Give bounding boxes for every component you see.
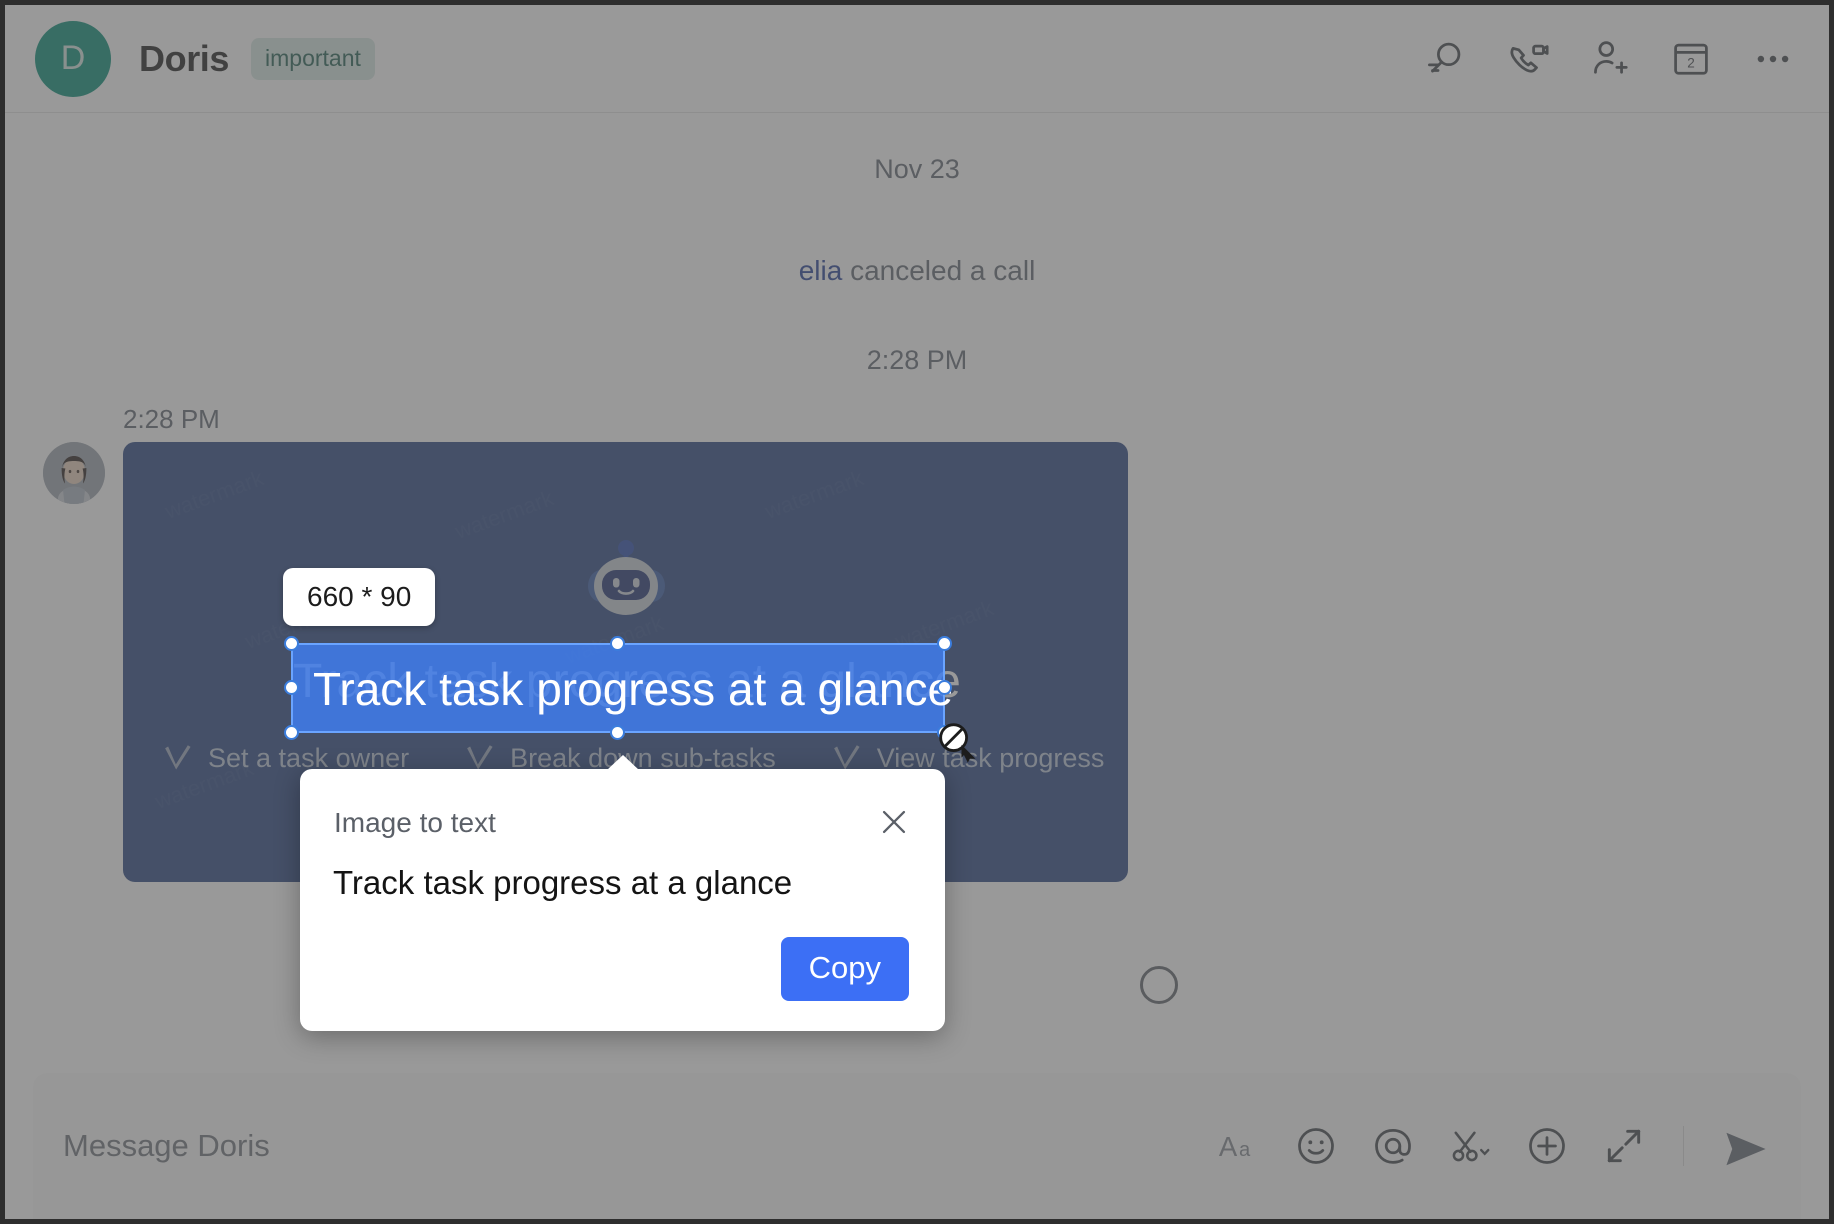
search-icon[interactable] xyxy=(1423,37,1467,81)
popover-arrow xyxy=(606,755,639,770)
send-icon[interactable] xyxy=(1721,1124,1766,1168)
status-badge[interactable]: important xyxy=(251,37,375,80)
svg-text:a: a xyxy=(1239,1139,1251,1161)
watermark: watermark xyxy=(162,465,267,525)
more-options-icon[interactable] xyxy=(1751,37,1795,81)
resize-handle-bottom-right[interactable] xyxy=(937,725,952,740)
call-event-time: 2:28 PM xyxy=(866,345,968,375)
system-call-event: elia canceled a call xyxy=(5,255,1829,287)
resize-handle-middle-right[interactable] xyxy=(937,680,952,695)
scissors-icon[interactable] xyxy=(1448,1124,1492,1168)
message-input[interactable] xyxy=(63,1128,1217,1164)
resize-handle-middle-left[interactable] xyxy=(284,680,299,695)
svg-text:A: A xyxy=(1219,1131,1238,1162)
composer: A a xyxy=(5,1067,1829,1219)
watermark: watermark xyxy=(762,465,867,525)
mention-icon[interactable] xyxy=(1371,1124,1415,1168)
composer-box: A a xyxy=(33,1073,1801,1219)
page-title: Doris xyxy=(139,37,230,79)
copy-button[interactable]: Copy xyxy=(780,937,909,1001)
divider xyxy=(1683,1126,1684,1166)
watermark: watermark xyxy=(452,485,557,545)
image-to-text-popover: Image to text Track task progress at a g… xyxy=(300,755,945,1031)
recognized-text: Track task progress at a glance xyxy=(333,864,793,901)
message-timestamp: 2:28 PM xyxy=(123,404,220,434)
chat-window: D Doris important 2 Nov 23 elia canceled… xyxy=(0,0,1834,1224)
video-call-icon[interactable] xyxy=(1505,37,1549,81)
reaction-button[interactable] xyxy=(1140,966,1178,1004)
sender-avatar[interactable] xyxy=(43,442,105,504)
header-actions: 2 xyxy=(1423,37,1795,81)
close-icon[interactable] xyxy=(877,805,911,839)
emoji-icon[interactable] xyxy=(1294,1124,1338,1168)
plus-icon[interactable] xyxy=(1525,1124,1569,1168)
message-hover-actions[interactable] xyxy=(1139,834,1205,916)
avatar[interactable]: D xyxy=(35,20,111,97)
call-event-text: canceled a call xyxy=(850,255,1036,286)
date-divider: Nov 23 xyxy=(874,154,960,184)
composer-actions: A a xyxy=(1217,1124,1766,1168)
chat-header: D Doris important 2 xyxy=(5,5,1829,113)
add-person-icon[interactable] xyxy=(1587,37,1631,81)
selected-text: Track task progress at a glance xyxy=(313,663,954,715)
call-event-actor: elia xyxy=(798,255,843,286)
calendar-icon[interactable]: 2 xyxy=(1669,37,1713,81)
avatar-initial: D xyxy=(60,39,86,77)
bot-mascot-icon xyxy=(578,528,674,624)
resize-handle-top-left[interactable] xyxy=(284,636,299,651)
expand-icon[interactable] xyxy=(1602,1124,1646,1168)
resize-handle-top-center[interactable] xyxy=(610,636,625,651)
resize-handle-bottom-left[interactable] xyxy=(284,725,299,740)
check-icon xyxy=(165,745,191,770)
resize-handle-top-right[interactable] xyxy=(937,636,952,651)
popover-title: Image to text xyxy=(334,807,496,838)
calendar-badge-count: 2 xyxy=(1687,55,1695,70)
selection-box[interactable]: Track task progress at a glance xyxy=(284,636,953,740)
resize-handle-bottom-center[interactable] xyxy=(610,725,625,740)
format-text-icon[interactable]: A a xyxy=(1217,1124,1261,1168)
